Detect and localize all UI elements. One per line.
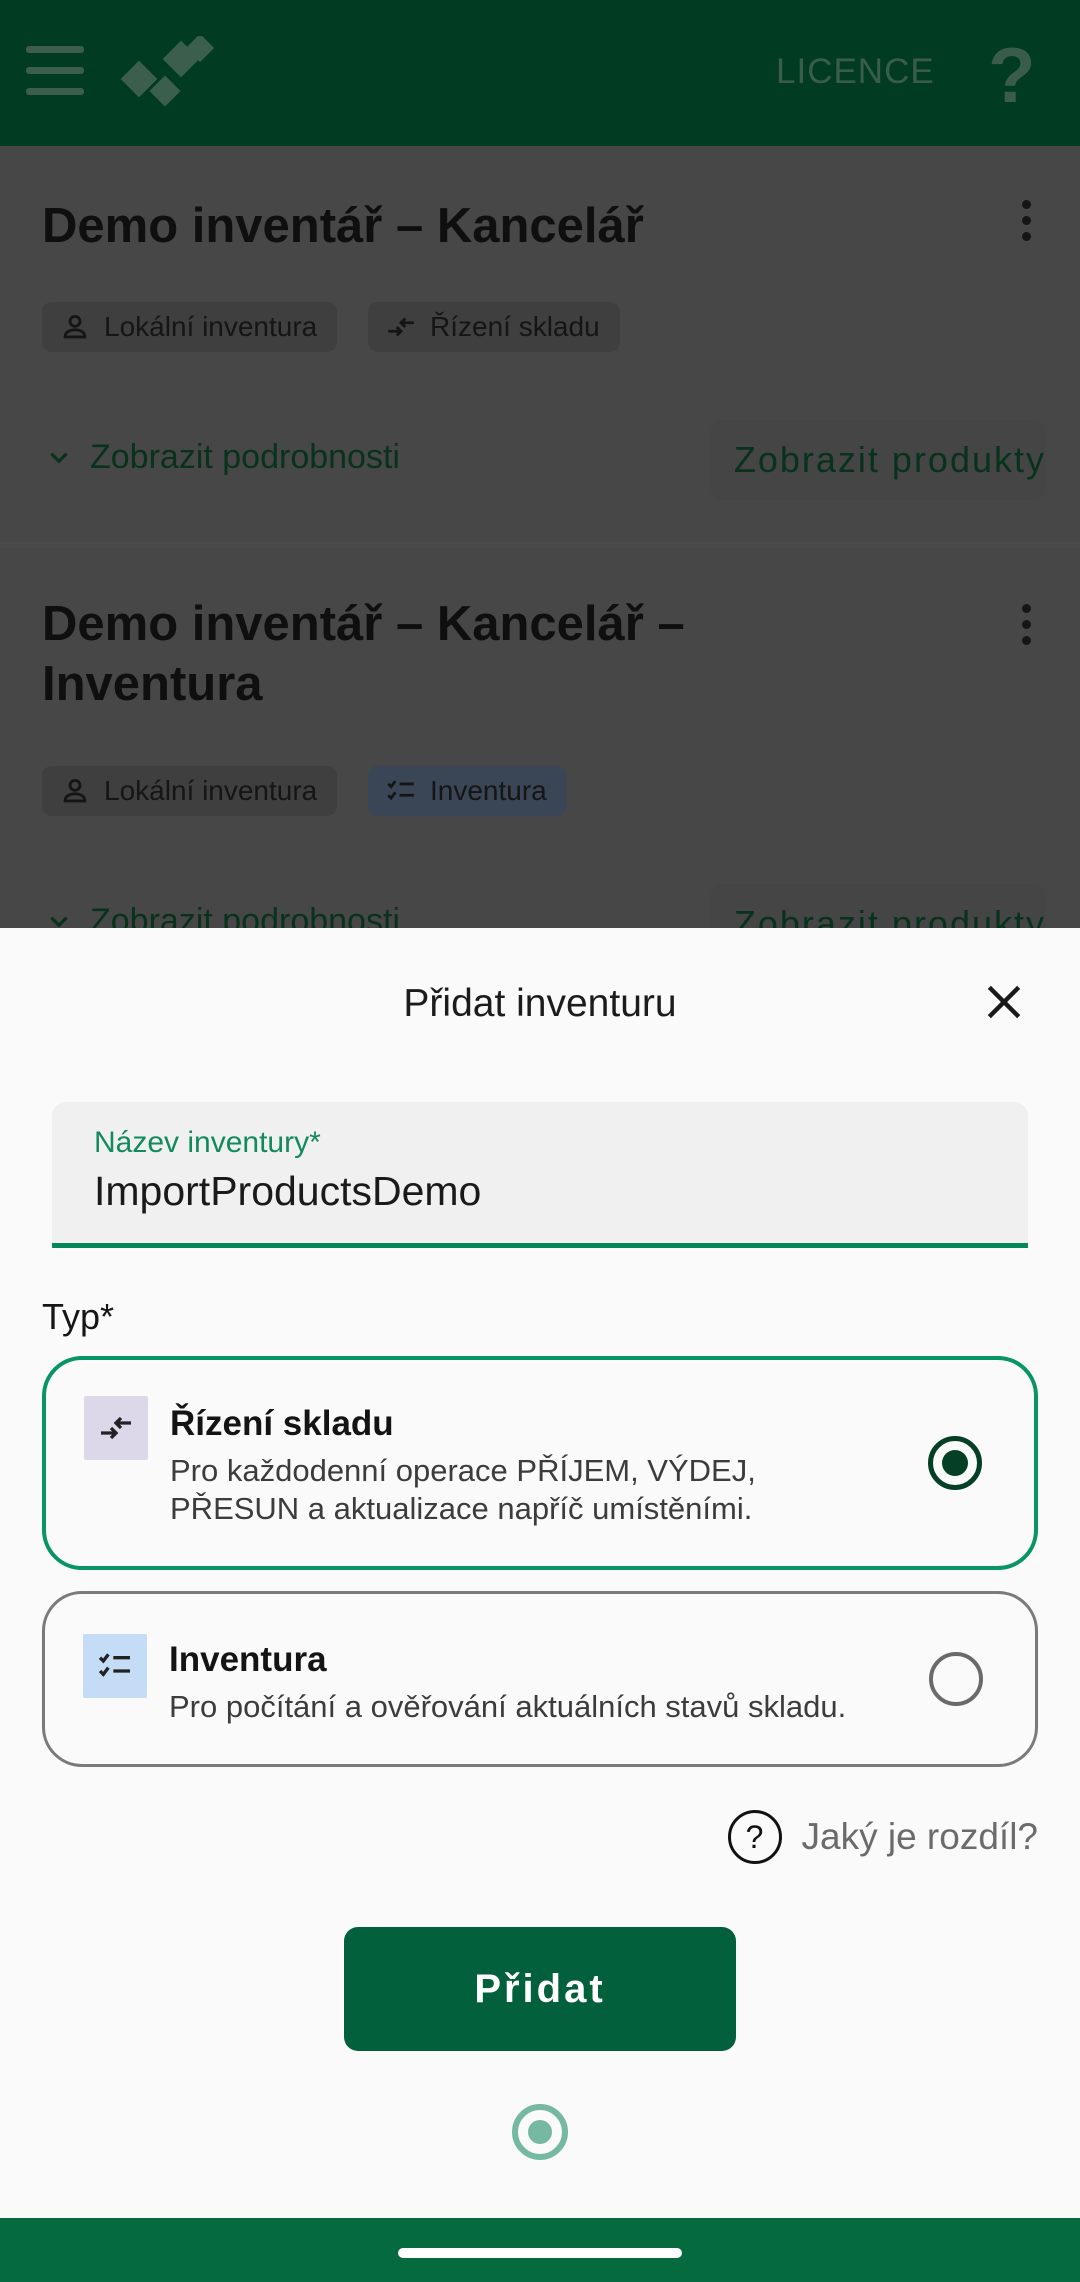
- type-option-inventory[interactable]: Inventura Pro počítání a ověřování aktuá…: [42, 1591, 1038, 1767]
- checklist-icon: [83, 1634, 147, 1698]
- system-nav-bar: [0, 2218, 1080, 2282]
- inventory-card[interactable]: Demo inventář – Kancelář Lokální inventu…: [0, 146, 1080, 542]
- person-icon: [63, 314, 87, 339]
- type-option-stock-control[interactable]: Řízení skladu Pro každodenní operace PŘÍ…: [42, 1356, 1038, 1570]
- help-icon[interactable]: ?: [988, 30, 1036, 121]
- app-logo: [120, 36, 215, 107]
- chip-stock-control: Řízení skladu: [368, 302, 620, 352]
- chip-label: Lokální inventura: [104, 775, 318, 806]
- option-description: Pro každodenní operace PŘÍJEM, VÝDEJ, PŘ…: [170, 1453, 756, 1526]
- inventory-name-input[interactable]: ImportProductsDemo: [94, 1168, 481, 1215]
- inventory-title-line: Demo inventář – Kancelář –: [42, 597, 685, 651]
- stock-control-icon: [388, 317, 414, 337]
- add-button[interactable]: Přidat: [344, 1927, 736, 2051]
- option-title: Inventura: [169, 1640, 327, 1679]
- chip-local-inventory: Lokální inventura: [42, 302, 338, 352]
- chip-label: Inventura: [430, 775, 547, 806]
- inventory-name-field[interactable]: Název inventury* ImportProductsDemo: [52, 1102, 1028, 1248]
- loading-spinner-icon: [512, 2104, 568, 2160]
- inventory-name-label: Název inventury*: [94, 1126, 321, 1159]
- inventory-card[interactable]: Demo inventář – Kancelář – Inventura Lok…: [0, 548, 1080, 964]
- show-products-button[interactable]: Zobrazit produkty: [709, 420, 1046, 500]
- chip-label: Lokální inventura: [104, 311, 318, 342]
- question-icon: ?: [727, 1810, 782, 1864]
- option-title: Řízení skladu: [170, 1404, 394, 1443]
- menu-icon[interactable]: [26, 46, 84, 98]
- licence-button[interactable]: LICENCE: [776, 52, 935, 92]
- chip-local-inventory: Lokální inventura: [42, 766, 338, 816]
- person-icon: [63, 778, 87, 803]
- stock-control-icon: [84, 1396, 148, 1460]
- radio-unselected[interactable]: [929, 1652, 983, 1706]
- radio-selected[interactable]: [928, 1436, 982, 1490]
- inventory-title: Demo inventář – Kancelář: [42, 199, 644, 253]
- sheet-title: Přidat inventuru: [403, 982, 677, 1025]
- inventory-title: Demo inventář – Kancelář – Inventura: [42, 594, 685, 714]
- difference-help-link[interactable]: ? Jaký je rozdíl?: [727, 1810, 1039, 1864]
- inventory-title-line: Inventura: [42, 657, 263, 711]
- close-icon[interactable]: [982, 980, 1026, 1024]
- chip-inventory: Inventura: [368, 766, 567, 816]
- chip-label: Řízení skladu: [430, 311, 600, 342]
- chevron-down-icon: [50, 452, 68, 464]
- difference-label: Jaký je rozdíl?: [801, 1816, 1039, 1857]
- add-inventory-sheet: Přidat inventuru Název inventury* Import…: [0, 928, 1080, 2218]
- more-options-icon[interactable]: [1022, 200, 1036, 248]
- home-gesture-handle[interactable]: [398, 2248, 682, 2258]
- checklist-icon: [387, 780, 414, 801]
- show-details-label: Zobrazit podrobnosti: [90, 438, 400, 476]
- option-description: Pro počítání a ověřování aktuálních stav…: [169, 1689, 847, 1724]
- show-details-button[interactable]: Zobrazit podrobnosti: [46, 438, 400, 477]
- more-options-icon[interactable]: [1022, 604, 1036, 652]
- app-bar: LICENCE ?: [0, 0, 1080, 146]
- type-label: Typ*: [42, 1296, 115, 1337]
